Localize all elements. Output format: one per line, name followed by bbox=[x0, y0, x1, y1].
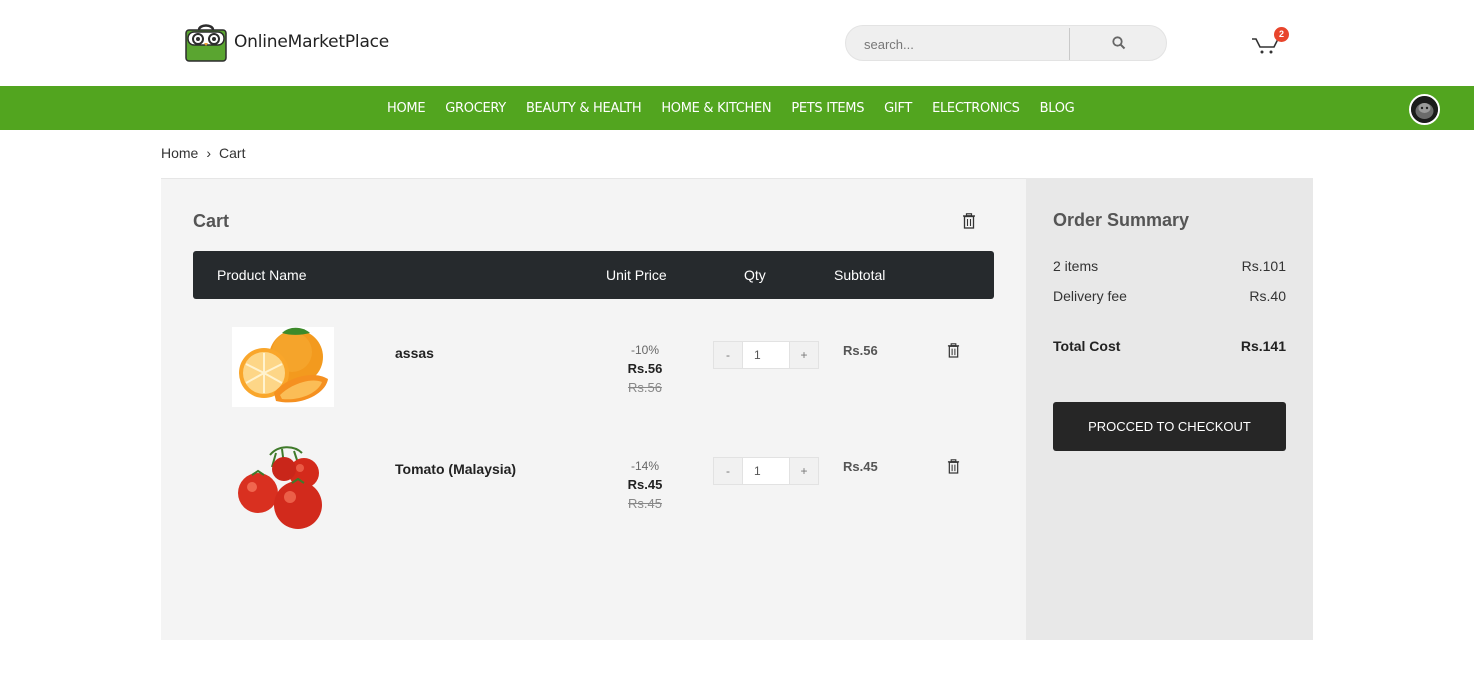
breadcrumb: Home › Cart bbox=[161, 145, 245, 161]
summary-delivery-label: Delivery fee bbox=[1053, 288, 1127, 304]
discount-badge: -14% bbox=[630, 459, 659, 473]
summary-total-label: Total Cost bbox=[1053, 338, 1121, 354]
nav-item-gift[interactable]: GIFT bbox=[884, 101, 912, 116]
nav-item-blog[interactable]: BLOG bbox=[1040, 101, 1075, 116]
unit-price: -10% Rs.56 Rs.56 bbox=[601, 343, 689, 395]
main-nav: HOME GROCERY BEAUTY & HEALTH HOME & KITC… bbox=[0, 86, 1474, 130]
unit-price: -14% Rs.45 Rs.45 bbox=[601, 459, 689, 511]
nav-item-pets-items[interactable]: PETS ITEMS bbox=[791, 101, 864, 116]
summary-delivery-value: Rs.40 bbox=[1249, 288, 1286, 304]
summary-items-value: Rs.101 bbox=[1241, 258, 1286, 274]
orange-image[interactable] bbox=[232, 327, 334, 407]
column-subtotal: Subtotal bbox=[834, 267, 886, 283]
trash-icon bbox=[947, 343, 960, 358]
search-bar bbox=[845, 25, 1167, 61]
tomato-image[interactable] bbox=[232, 443, 334, 529]
remove-item-button[interactable] bbox=[947, 459, 960, 474]
qty-decrease-button[interactable]: - bbox=[713, 457, 743, 485]
original-price: Rs.45 bbox=[628, 496, 662, 511]
current-price: Rs.56 bbox=[627, 361, 663, 376]
search-button[interactable] bbox=[1070, 26, 1167, 60]
row-subtotal: Rs.45 bbox=[843, 459, 878, 474]
nav-item-beauty-health[interactable]: BEAUTY & HEALTH bbox=[526, 101, 642, 116]
summary-items-row: 2 items Rs.101 bbox=[1053, 258, 1286, 274]
cart-count-badge: 2 bbox=[1274, 27, 1289, 42]
owl-bag-logo-icon bbox=[185, 22, 227, 62]
nav-item-electronics[interactable]: ELECTRONICS bbox=[932, 101, 1020, 116]
site-logo[interactable]: OnlineMarketPlace bbox=[185, 22, 389, 62]
search-icon bbox=[1111, 36, 1125, 50]
site-header: OnlineMarketPlace 2 bbox=[0, 0, 1474, 86]
qty-increase-button[interactable]: + bbox=[789, 341, 819, 369]
cart-title: Cart bbox=[193, 211, 230, 231]
order-summary-title: Order Summary bbox=[1053, 210, 1190, 230]
nav-item-grocery[interactable]: GROCERY bbox=[445, 101, 506, 116]
current-price: Rs.45 bbox=[627, 477, 663, 492]
qty-decrease-button[interactable]: - bbox=[713, 341, 743, 369]
breadcrumb-separator: › bbox=[206, 145, 212, 161]
column-qty: Qty bbox=[744, 267, 766, 283]
breadcrumb-current: Cart bbox=[219, 145, 246, 161]
cart-panel: Cart Product Name Unit Price Qty Subtota… bbox=[161, 178, 1026, 640]
summary-delivery-row: Delivery fee Rs.40 bbox=[1053, 288, 1286, 304]
cart-row: Tomato (Malaysia) -14% Rs.45 Rs.45 - 1 +… bbox=[161, 443, 1026, 543]
user-avatar[interactable] bbox=[1409, 94, 1440, 125]
summary-total-row: Total Cost Rs.141 bbox=[1053, 338, 1286, 354]
summary-items-label: 2 items bbox=[1053, 258, 1099, 274]
quantity-stepper: - 1 + bbox=[713, 341, 819, 369]
logo-text: OnlineMarketPlace bbox=[234, 32, 390, 52]
cart-table-header: Product Name Unit Price Qty Subtotal bbox=[193, 251, 994, 299]
cart-button[interactable]: 2 bbox=[1250, 27, 1290, 59]
summary-total-value: Rs.141 bbox=[1240, 338, 1286, 354]
original-price: Rs.56 bbox=[628, 380, 662, 395]
trash-icon bbox=[963, 213, 975, 229]
search-input[interactable] bbox=[864, 34, 1064, 54]
checkout-button[interactable]: PROCCED TO CHECKOUT bbox=[1053, 402, 1286, 451]
column-unit-price: Unit Price bbox=[606, 267, 667, 283]
nav-item-home[interactable]: HOME bbox=[387, 101, 426, 116]
nav-item-home-kitchen[interactable]: HOME & KITCHEN bbox=[661, 101, 771, 116]
nav-items: HOME GROCERY BEAUTY & HEALTH HOME & KITC… bbox=[387, 86, 1094, 130]
row-subtotal: Rs.56 bbox=[843, 343, 878, 358]
discount-badge: -10% bbox=[630, 343, 659, 357]
qty-input[interactable]: 1 bbox=[743, 457, 789, 485]
quantity-stepper: - 1 + bbox=[713, 457, 819, 485]
product-name[interactable]: Tomato (Malaysia) bbox=[395, 461, 516, 477]
cart-row: assas -10% Rs.56 Rs.56 - 1 + Rs.56 bbox=[161, 327, 1026, 427]
order-summary: Order Summary 2 items Rs.101 Delivery fe… bbox=[1026, 178, 1313, 640]
breadcrumb-home-link[interactable]: Home bbox=[161, 145, 198, 161]
remove-item-button[interactable] bbox=[947, 343, 960, 358]
qty-input[interactable]: 1 bbox=[743, 341, 789, 369]
column-product-name: Product Name bbox=[217, 267, 307, 283]
product-name[interactable]: assas bbox=[395, 345, 434, 361]
qty-increase-button[interactable]: + bbox=[789, 457, 819, 485]
clear-cart-button[interactable] bbox=[962, 213, 976, 229]
trash-icon bbox=[947, 459, 960, 474]
